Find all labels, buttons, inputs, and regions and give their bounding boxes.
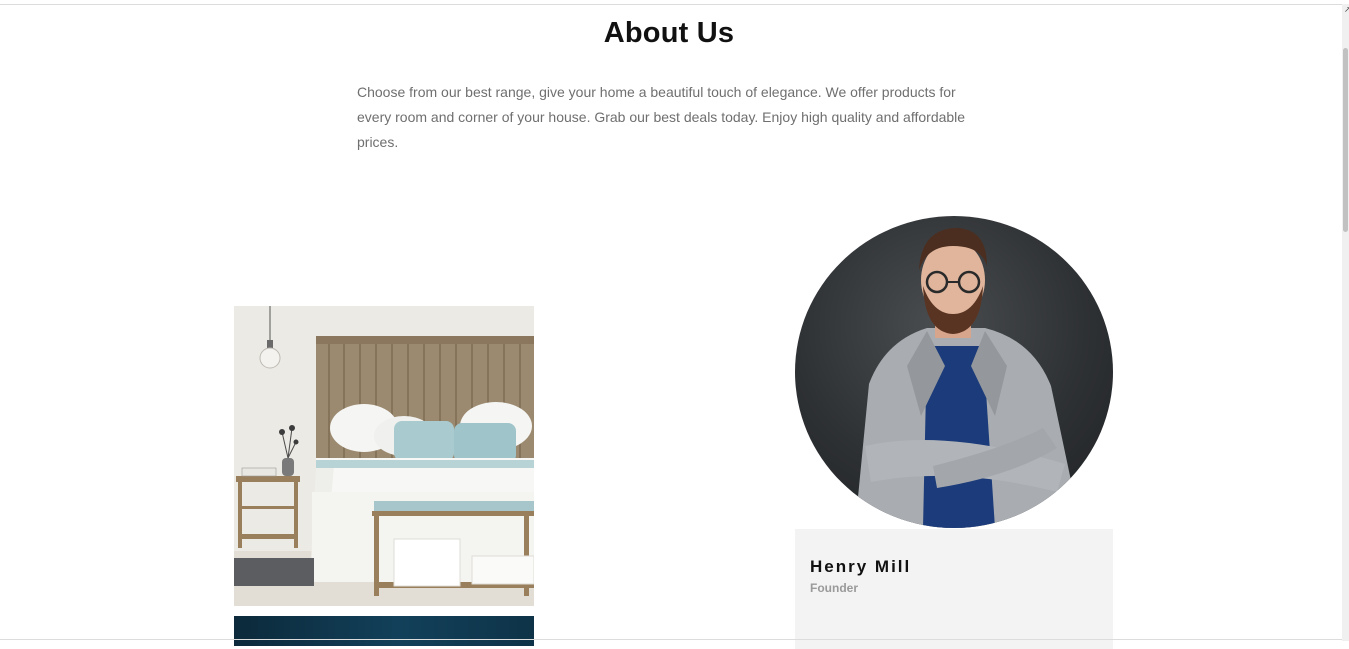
vertical-scrollbar[interactable] [1342,4,1349,641]
founder-name: Henry Mill [810,557,912,576]
bottom-divider [0,639,1342,640]
resize-corner-icon: ↗ [1344,5,1349,14]
page-title: About Us [603,17,735,49]
bedroom-image [234,306,534,606]
top-divider [0,4,1342,5]
founder-card: Henry Mill Founder [795,529,1113,649]
about-intro-text: Choose from our best range, give your ho… [357,84,966,150]
scrollbar-thumb[interactable] [1343,48,1348,232]
second-product-image [234,616,534,646]
founder-avatar [795,216,1113,528]
founder-role: Founder [810,581,858,595]
